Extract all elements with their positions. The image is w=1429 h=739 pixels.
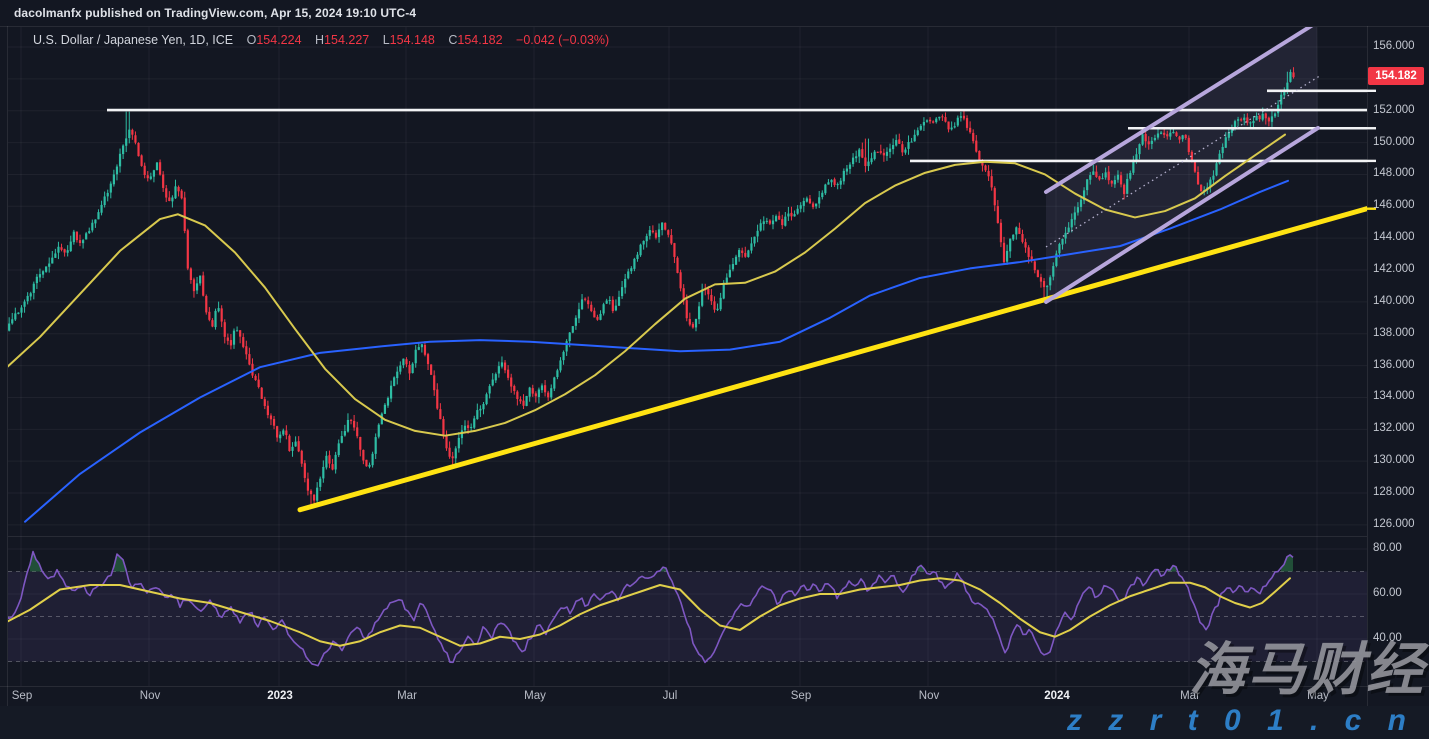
support-trendline xyxy=(300,209,1367,510)
time-axis-label: Nov xyxy=(919,690,939,702)
price-axis-label: 134.000 xyxy=(1373,390,1415,402)
chart-canvas[interactable] xyxy=(0,0,1429,739)
price-axis-label: 128.000 xyxy=(1373,486,1415,498)
high-value: 154.227 xyxy=(324,33,369,47)
time-axis-label: Nov xyxy=(140,690,160,702)
price-axis-label: 130.000 xyxy=(1373,454,1415,466)
price-axis-label: 146.000 xyxy=(1373,199,1415,211)
time-axis-label: 2024 xyxy=(1044,690,1070,702)
rsi-axis-label: 80.00 xyxy=(1373,542,1402,554)
price-pane[interactable] xyxy=(0,22,1367,521)
price-axis-label: 148.000 xyxy=(1373,167,1415,179)
watermark-haima-caijing: 海马财经 xyxy=(1189,642,1425,699)
footer-bar: TradingView z z r t 0 1 . c n xyxy=(0,706,1429,739)
low-label: L xyxy=(383,33,390,47)
rsi-axis-label: 60.00 xyxy=(1373,587,1402,599)
price-axis-label: 156.000 xyxy=(1373,40,1415,52)
open-label: O xyxy=(247,33,257,47)
price-axis-label: 150.000 xyxy=(1373,136,1415,148)
close-value: 154.182 xyxy=(457,33,502,47)
price-axis-label: 144.000 xyxy=(1373,231,1415,243)
high-label: H xyxy=(315,33,324,47)
time-axis-label: Jul xyxy=(663,690,678,702)
last-price-badge: 154.182 xyxy=(1368,67,1424,85)
symbol-title[interactable]: U.S. Dollar / Japanese Yen, 1D, ICE xyxy=(33,33,233,47)
symbol-legend: U.S. Dollar / Japanese Yen, 1D, ICE O154… xyxy=(33,33,609,47)
watermark-site-url: z z r t 0 1 . c n xyxy=(1067,706,1415,736)
time-axis-label: Mar xyxy=(397,690,417,702)
price-axis-label: 136.000 xyxy=(1373,359,1415,371)
price-axis-label: 132.000 xyxy=(1373,422,1415,434)
price-axis-label: 152.000 xyxy=(1373,104,1415,116)
price-axis-label: 142.000 xyxy=(1373,263,1415,275)
time-axis-label: May xyxy=(524,690,546,702)
candlestick-series xyxy=(2,67,1295,507)
change-value: −0.042 (−0.03%) xyxy=(516,33,609,47)
open-value: 154.224 xyxy=(256,33,301,47)
time-axis-label: 2023 xyxy=(267,690,293,702)
time-axis-label: Sep xyxy=(12,690,32,702)
time-axis-label: Sep xyxy=(791,690,811,702)
price-axis-label: 138.000 xyxy=(1373,327,1415,339)
price-axis-label: 140.000 xyxy=(1373,295,1415,307)
low-value: 154.148 xyxy=(390,33,435,47)
tradingview-chart-snapshot: dacolmanfx published on TradingView.com,… xyxy=(0,0,1429,739)
price-axis-label: 126.000 xyxy=(1373,518,1415,530)
